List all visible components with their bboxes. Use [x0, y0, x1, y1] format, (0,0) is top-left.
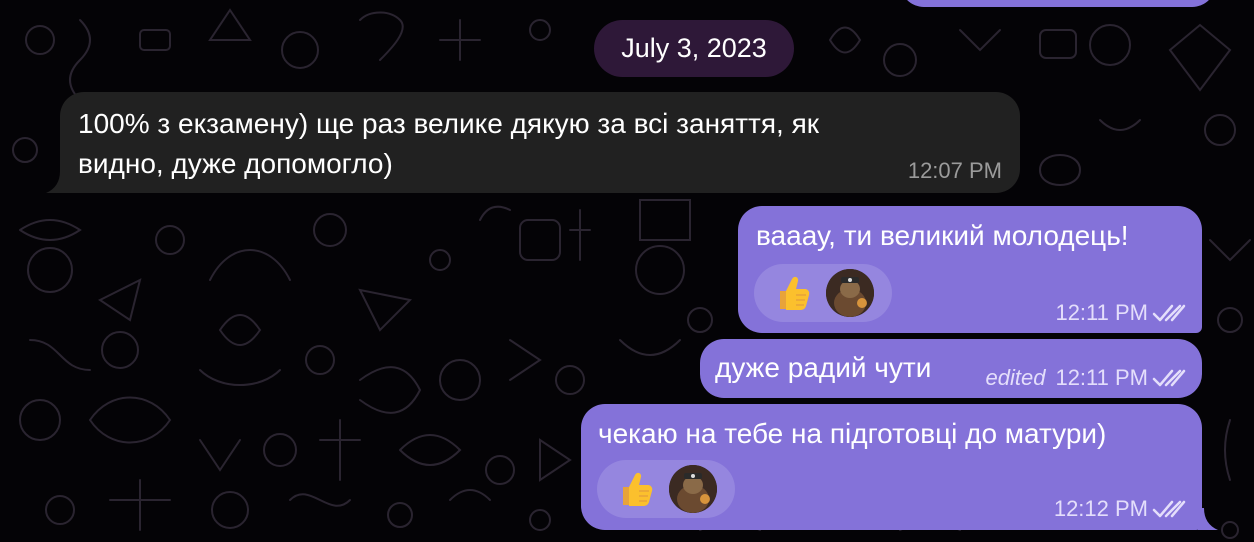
message-text-line-1: 100% з екзамену) ще раз велике дякую за … [78, 108, 819, 139]
message-time: 12:11 PM [1055, 365, 1148, 390]
message-meta: edited 12:11 PM [986, 365, 1189, 391]
double-check-icon [1152, 500, 1186, 518]
message-meta: 12:11 PM [1055, 300, 1188, 326]
message-text: вааау, ти великий молодець! [756, 220, 1129, 251]
date-separator-text: July 3, 2023 [621, 33, 767, 63]
double-check-icon [1152, 369, 1186, 387]
edited-label: edited [985, 365, 1046, 390]
message-time: 12:07 PM [907, 158, 1002, 183]
reaction-bar[interactable] [754, 264, 892, 322]
reaction-bar[interactable] [597, 460, 735, 518]
previous-message-bubble[interactable] [900, 0, 1216, 7]
avatar-image [826, 269, 874, 317]
message-text: дуже радий чути [715, 352, 932, 383]
date-separator: July 3, 2023 [594, 20, 794, 77]
reaction-avatar[interactable] [669, 465, 717, 513]
outgoing-message-bubble[interactable]: вааау, ти великий молодець! 12:11 PM [738, 206, 1202, 333]
message-text: чекаю на тебе на підготовці до матури) [598, 418, 1107, 449]
chat-area[interactable]: July 3, 2023 100% з екзамену) ще раз вел… [0, 0, 1254, 542]
message-time: 12:11 PM [1055, 300, 1148, 325]
avatar-image [669, 465, 717, 513]
message-text-line-2: видно, дуже допомогло) [78, 148, 393, 179]
incoming-bubble-tail [46, 171, 66, 193]
thumbs-up-icon[interactable] [772, 273, 812, 313]
outgoing-bubble-tail [1198, 508, 1218, 530]
thumbs-up-icon[interactable] [615, 469, 655, 509]
reaction-avatar[interactable] [826, 269, 874, 317]
message-meta: 12:12 PM [1054, 496, 1188, 522]
outgoing-message-bubble[interactable]: дуже радий чути edited 12:11 PM [700, 339, 1202, 398]
double-check-icon [1152, 304, 1186, 322]
message-meta: 12:07 PM [908, 158, 1002, 184]
outgoing-message-bubble[interactable]: чекаю на тебе на підготовці до матури) 1 [581, 404, 1202, 530]
message-time: 12:12 PM [1053, 496, 1148, 521]
incoming-message-bubble[interactable]: 100% з екзамену) ще раз велике дякую за … [60, 92, 1020, 193]
